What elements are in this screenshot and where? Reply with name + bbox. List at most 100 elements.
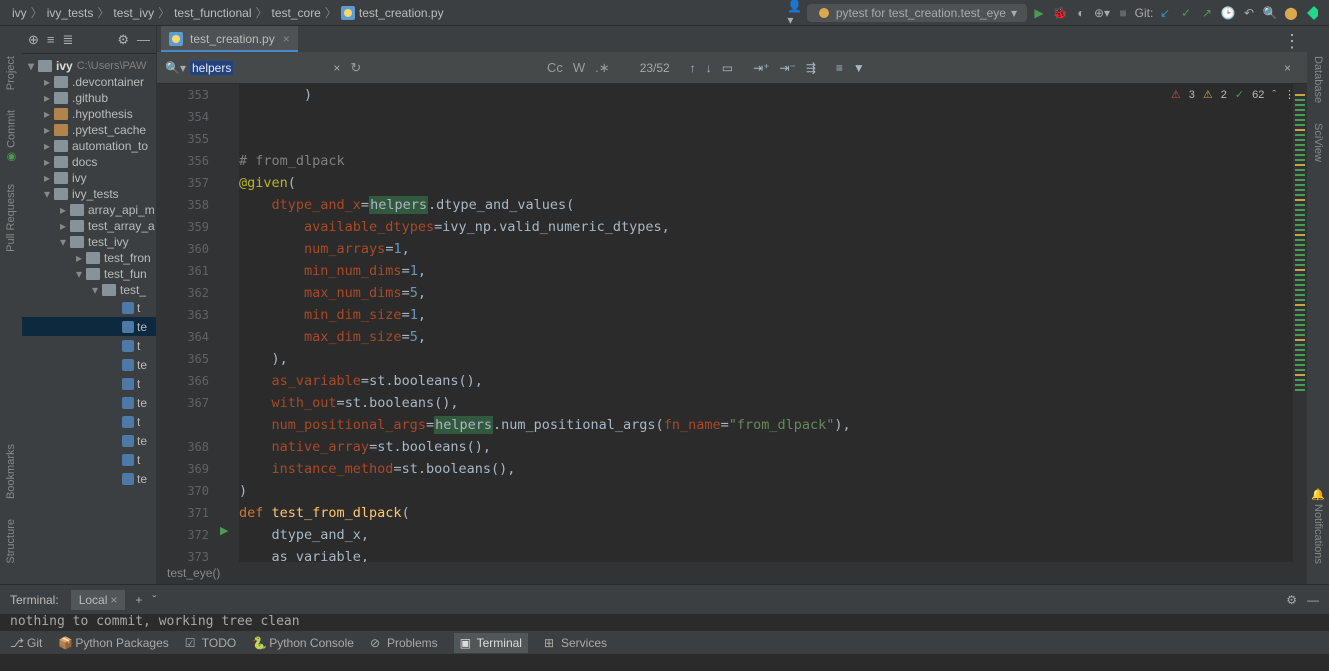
hide-terminal-icon[interactable]: — bbox=[1307, 593, 1319, 607]
clear-search-icon[interactable]: × bbox=[333, 61, 340, 75]
regex-button[interactable]: .∗ bbox=[595, 60, 610, 76]
search-input[interactable]: helpers bbox=[190, 61, 233, 75]
git-update-icon[interactable]: ↙ bbox=[1156, 4, 1174, 22]
tree-pyfile[interactable]: te bbox=[22, 469, 156, 488]
git-history-icon[interactable]: 🕒 bbox=[1219, 4, 1237, 22]
bc-test-core[interactable]: test_core bbox=[272, 6, 321, 20]
git-rollback-icon[interactable]: ↶ bbox=[1240, 4, 1258, 22]
editor-content[interactable]: 3533543553563573583593603613623633643653… bbox=[157, 84, 1307, 562]
project-tool-button[interactable]: Project bbox=[5, 56, 17, 90]
tree-pyfile[interactable]: t bbox=[22, 412, 156, 431]
tree-item--github[interactable]: ▸.github bbox=[22, 90, 156, 106]
collapse-all-icon[interactable]: ≣ bbox=[63, 32, 74, 48]
tree-item-test-fun[interactable]: ▾test_fun bbox=[22, 266, 156, 282]
tree-pyfile[interactable]: t bbox=[22, 374, 156, 393]
line-gutter[interactable]: 3533543553563573583593603613623633643653… bbox=[157, 84, 215, 562]
run-config-selector[interactable]: pytest for test_creation.test_eye ▾ bbox=[807, 4, 1027, 22]
select-occurrences-icon[interactable]: ⇶ bbox=[806, 61, 816, 75]
prev-search-history-icon[interactable]: ↻ bbox=[350, 60, 361, 76]
tree-root[interactable]: ▾ivyC:\Users\PAW bbox=[22, 58, 156, 74]
tab-test-creation[interactable]: test_creation.py × bbox=[161, 26, 298, 52]
prev-match-icon[interactable]: ↑ bbox=[690, 61, 696, 75]
tree-item-ivy-tests[interactable]: ▾ivy_tests bbox=[22, 186, 156, 202]
bc-ivy[interactable]: ivy bbox=[12, 6, 27, 20]
next-match-icon[interactable]: ↓ bbox=[706, 61, 712, 75]
git-commit-icon[interactable]: ✓ bbox=[1177, 4, 1195, 22]
error-stripe[interactable] bbox=[1293, 84, 1307, 562]
tree-item-docs[interactable]: ▸docs bbox=[22, 154, 156, 170]
tree-pyfile[interactable]: te bbox=[22, 431, 156, 450]
ide-settings-icon[interactable]: ⬤ bbox=[1282, 4, 1300, 22]
editor-breadcrumb[interactable]: test_eye() bbox=[157, 562, 1307, 584]
remove-selection-icon[interactable]: ⇥⁻ bbox=[779, 61, 795, 75]
editor-more-icon[interactable]: ⋮ bbox=[1283, 31, 1301, 52]
status-problems[interactable]: ⊘Problems bbox=[370, 636, 438, 650]
tree-item-test-array-a[interactable]: ▸test_array_a bbox=[22, 218, 156, 234]
tree-item-automation-to[interactable]: ▸automation_to bbox=[22, 138, 156, 154]
terminal-dropdown-icon[interactable]: ˇ bbox=[152, 593, 156, 607]
tree-pyfile[interactable]: t bbox=[22, 298, 156, 317]
coverage-button[interactable]: ◐ bbox=[1072, 4, 1090, 22]
new-terminal-button[interactable]: + bbox=[135, 593, 142, 607]
words-button[interactable]: W bbox=[573, 60, 585, 75]
commit-tool-button[interactable]: ◉Commit bbox=[5, 110, 18, 164]
notifications-tool-button[interactable]: 🔔Notifications bbox=[1312, 488, 1325, 564]
tree-item-test-ivy[interactable]: ▾test_ivy bbox=[22, 234, 156, 250]
tree-item--hypothesis[interactable]: ▸.hypothesis bbox=[22, 106, 156, 122]
tree-item-test-fron[interactable]: ▸test_fron bbox=[22, 250, 156, 266]
tab-close-icon[interactable]: × bbox=[283, 32, 290, 46]
status-python-packages[interactable]: 📦Python Packages bbox=[58, 636, 168, 650]
sciview-tool-button[interactable]: SciView bbox=[1312, 123, 1324, 162]
tree-item--devcontainer[interactable]: ▸.devcontainer bbox=[22, 74, 156, 90]
tree-pyfile[interactable]: te bbox=[22, 393, 156, 412]
status-todo[interactable]: ☑TODO bbox=[185, 636, 236, 650]
match-case-button[interactable]: Cc bbox=[547, 60, 563, 75]
select-all-icon[interactable]: ▭ bbox=[722, 61, 733, 75]
close-find-bar-icon[interactable]: × bbox=[1284, 61, 1291, 75]
debug-button[interactable]: 🐞 bbox=[1051, 4, 1069, 22]
terminal-local-tab[interactable]: Local× bbox=[71, 590, 126, 610]
status-python-console[interactable]: 🐍Python Console bbox=[252, 636, 354, 650]
tree-pyfile[interactable]: t bbox=[22, 336, 156, 355]
run-button[interactable]: ▶ bbox=[1030, 4, 1048, 22]
expand-inspections-icon[interactable]: ˆ bbox=[1272, 89, 1276, 101]
breadcrumb[interactable]: ivy〉 ivy_tests〉 test_ivy〉 test_functiona… bbox=[0, 4, 786, 21]
status-services[interactable]: ⊞Services bbox=[544, 636, 607, 650]
structure-tool-button[interactable]: Structure bbox=[5, 519, 17, 564]
bc-ivy-tests[interactable]: ivy_tests bbox=[47, 6, 94, 20]
project-tree-body[interactable]: ▾ivyC:\Users\PAW ▸.devcontainer▸.github▸… bbox=[22, 54, 156, 492]
filter-icon[interactable]: ▼ bbox=[853, 61, 865, 75]
gutter-markers[interactable]: ▶ bbox=[215, 84, 239, 562]
ide-logo-icon[interactable] bbox=[1303, 4, 1321, 22]
stop-button[interactable]: ■ bbox=[1114, 4, 1132, 22]
bc-test-functional[interactable]: test_functional bbox=[174, 6, 251, 20]
select-opened-file-icon[interactable]: ⊕ bbox=[28, 32, 39, 48]
tree-item-ivy[interactable]: ▸ivy bbox=[22, 170, 156, 186]
tree-item-test-[interactable]: ▾test_ bbox=[22, 282, 156, 298]
tree-pyfile[interactable]: t bbox=[22, 450, 156, 469]
inspection-summary[interactable]: ⚠3 ⚠2 ✓62 ˆ ⋮ bbox=[1171, 88, 1295, 101]
terminal-output[interactable]: nothing to commit, working tree clean bbox=[0, 614, 1329, 630]
toggle-in-selection-icon[interactable]: ≡ bbox=[836, 61, 843, 75]
search-everywhere-icon[interactable]: 🔍 bbox=[1261, 4, 1279, 22]
tree-pyfile[interactable]: te bbox=[22, 355, 156, 374]
profile-button[interactable]: ⊕▾ bbox=[1093, 4, 1111, 22]
bc-file[interactable]: test_creation.py bbox=[359, 6, 444, 20]
bookmarks-tool-button[interactable]: Bookmarks bbox=[5, 444, 17, 499]
settings-gear-icon[interactable]: ⚙ bbox=[117, 32, 129, 48]
expand-all-icon[interactable]: ≡ bbox=[47, 32, 55, 47]
hide-panel-icon[interactable]: — bbox=[137, 32, 150, 47]
database-tool-button[interactable]: Database bbox=[1312, 56, 1324, 103]
tree-pyfile[interactable]: te bbox=[22, 317, 156, 336]
status-terminal[interactable]: ▣Terminal bbox=[454, 633, 528, 653]
add-selection-icon[interactable]: ⇥⁺ bbox=[753, 61, 769, 75]
pull-requests-tool-button[interactable]: Pull Requests bbox=[5, 184, 17, 252]
tree-item-array-api-m[interactable]: ▸array_api_m bbox=[22, 202, 156, 218]
code-area[interactable]: ) # from_dlpack @given( dtype_and_x=help… bbox=[239, 84, 1293, 562]
tree-item--pytest-cache[interactable]: ▸.pytest_cache bbox=[22, 122, 156, 138]
terminal-settings-icon[interactable]: ⚙ bbox=[1286, 593, 1297, 607]
git-push-icon[interactable]: ↗ bbox=[1198, 4, 1216, 22]
inspection-menu-icon[interactable]: ⋮ bbox=[1284, 88, 1295, 101]
status-git[interactable]: ⎇Git bbox=[10, 636, 42, 650]
bc-test-ivy[interactable]: test_ivy bbox=[113, 6, 154, 20]
